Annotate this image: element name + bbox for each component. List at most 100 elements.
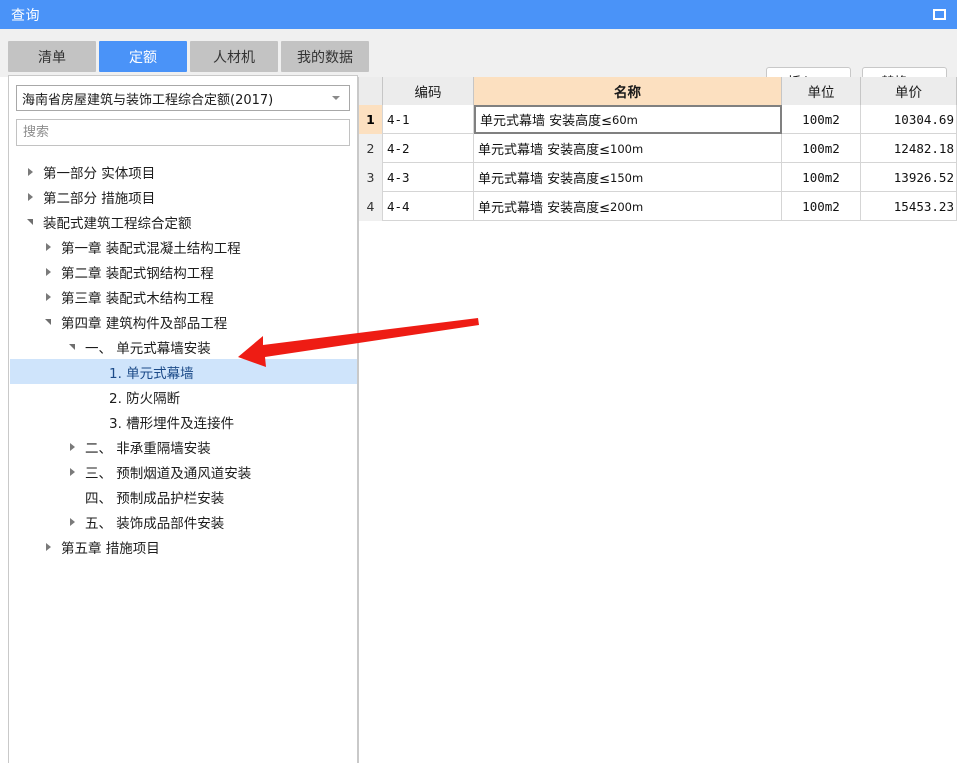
column-header-单价[interactable]: 单价	[861, 77, 957, 105]
chevron-right-icon[interactable]	[64, 509, 80, 534]
tree-item[interactable]: 2. 防火隔断	[10, 384, 357, 409]
table-row[interactable]: 2 4-2 单元式幕墙 安装高度≤ 100m 100m2 12482.18	[359, 134, 957, 163]
column-header-label: 单位	[807, 85, 835, 101]
chevron-down-icon	[332, 96, 340, 100]
cell-price[interactable]: 10304.69	[861, 105, 957, 134]
library-panel: 海南省房屋建筑与装饰工程综合定额(2017) 第一部分 实体项目第二部分 措施项…	[8, 75, 358, 763]
tree-item-label: 第三章 装配式木结构工程	[61, 290, 214, 307]
triangle-right	[69, 442, 75, 451]
chevron-right-icon[interactable]	[22, 184, 38, 209]
tree-item-label: 五、 装饰成品部件安装	[85, 515, 225, 532]
triangle-down	[27, 218, 33, 225]
tree-item-label: 第一部分 实体项目	[43, 165, 156, 182]
chevron-down-icon[interactable]	[22, 209, 38, 234]
column-header-label: 名称	[614, 85, 641, 101]
tree-item[interactable]: 第三章 装配式木结构工程	[10, 284, 357, 309]
chevron-down-icon[interactable]	[64, 334, 80, 359]
cell-num[interactable]: 3	[359, 163, 383, 192]
chevron-right-icon[interactable]	[40, 234, 56, 259]
tree-item[interactable]: 四、 预制成品护栏安装	[10, 484, 357, 509]
tree-item[interactable]: 三、 预制烟道及通风道安装	[10, 459, 357, 484]
tree-item[interactable]: 1. 单元式幕墙	[10, 359, 357, 384]
cell-unit[interactable]: 100m2	[782, 134, 861, 163]
library-select[interactable]: 海南省房屋建筑与装饰工程综合定额(2017)	[16, 85, 350, 111]
cell-name[interactable]: 单元式幕墙 安装高度≤ 150m	[474, 163, 782, 192]
restore-window-button[interactable]	[921, 0, 957, 29]
column-header-名称[interactable]: 名称	[474, 77, 782, 105]
table-row[interactable]: 4 4-4 单元式幕墙 安装高度≤ 200m 100m2 15453.23	[359, 192, 957, 221]
tree-item[interactable]: 3. 槽形埋件及连接件	[10, 409, 357, 434]
table-row[interactable]: 3 4-3 单元式幕墙 安装高度≤ 150m 100m2 13926.52	[359, 163, 957, 192]
tree-item[interactable]: 第五章 措施项目	[10, 534, 357, 559]
tree-item[interactable]: 第一章 装配式混凝土结构工程	[10, 234, 357, 259]
cell-name[interactable]: 单元式幕墙 安装高度≤ 100m	[474, 134, 782, 163]
column-header-rownum[interactable]	[359, 77, 383, 105]
cell-price[interactable]: 13926.52	[861, 163, 957, 192]
chevron-right-icon[interactable]	[40, 259, 56, 284]
tree-item[interactable]: 第二章 装配式钢结构工程	[10, 259, 357, 284]
window-controls	[921, 0, 957, 29]
tab-0[interactable]: 清单	[8, 41, 96, 72]
cell-unit[interactable]: 100m2	[782, 105, 861, 134]
chevron-right-icon[interactable]	[22, 159, 38, 184]
tab-strip: 清单定额人材机我的数据 插入(I) 替换(R)	[0, 29, 957, 95]
tree-item[interactable]: 五、 装饰成品部件安装	[10, 509, 357, 534]
tree-item[interactable]: 装配式建筑工程综合定额	[10, 209, 357, 234]
grid-body: 1 4-1 单元式幕墙 安装高度≤ 60m 100m2 10304.69 2 4-2 单元式幕墙…	[359, 105, 957, 221]
tree-item-label: 第一章 装配式混凝土结构工程	[61, 240, 241, 257]
cell-unit[interactable]: 100m2	[782, 192, 861, 221]
column-header-编码[interactable]: 编码	[383, 77, 474, 105]
tree-item-label: 四、 预制成品护栏安装	[85, 490, 225, 507]
cell-price[interactable]: 12482.18	[861, 134, 957, 163]
cell-code[interactable]: 4-2	[383, 134, 474, 163]
chevron-right-icon[interactable]	[40, 534, 56, 559]
cell-code[interactable]: 4-4	[383, 192, 474, 221]
tree-item[interactable]: 第二部分 措施项目	[10, 184, 357, 209]
column-header-label: 编码	[414, 85, 442, 101]
cell-code[interactable]: 4-1	[383, 105, 474, 134]
cell-name[interactable]: 单元式幕墙 安装高度≤ 200m	[474, 192, 782, 221]
tree-item[interactable]: 二、 非承重隔墙安装	[10, 434, 357, 459]
table-row[interactable]: 1 4-1 单元式幕墙 安装高度≤ 60m 100m2 10304.69	[359, 105, 957, 134]
tree-item[interactable]: 一、 单元式幕墙安装	[10, 334, 357, 359]
search-input[interactable]	[17, 120, 349, 145]
library-select-value: 海南省房屋建筑与装饰工程综合定额(2017)	[22, 92, 274, 108]
triangle-right	[27, 167, 33, 176]
chevron-down-icon[interactable]	[40, 309, 56, 334]
search-box[interactable]	[16, 119, 350, 146]
column-header-单位[interactable]: 单位	[782, 77, 861, 105]
cell-num[interactable]: 2	[359, 134, 383, 163]
chevron-right-icon[interactable]	[40, 284, 56, 309]
tree-item-label: 3. 槽形埋件及连接件	[109, 415, 235, 432]
tab-label: 定额	[129, 49, 157, 66]
cell-name-height: 200m	[610, 199, 644, 214]
cell-num[interactable]: 4	[359, 192, 383, 221]
chevron-right-icon[interactable]	[64, 459, 80, 484]
results-grid: 编码 名称 单位 单价 1 4-1 单元式幕墙 安装高度≤ 60m 100m2 10304.69…	[358, 77, 957, 763]
cell-name[interactable]: 单元式幕墙 安装高度≤ 60m	[474, 105, 782, 134]
tab-2[interactable]: 人材机	[190, 41, 278, 72]
triangle-right	[69, 467, 75, 476]
cell-code[interactable]: 4-3	[383, 163, 474, 192]
tab-3[interactable]: 我的数据	[281, 41, 369, 72]
triangle-down	[45, 318, 51, 325]
tree-item[interactable]: 第一部分 实体项目	[10, 159, 357, 184]
column-header-label: 单价	[895, 85, 922, 101]
cell-price[interactable]: 15453.23	[861, 192, 957, 221]
tree-item-label: 装配式建筑工程综合定额	[43, 215, 192, 232]
cell-unit[interactable]: 100m2	[782, 163, 861, 192]
cell-num[interactable]: 1	[359, 105, 383, 134]
cell-name-main: 单元式幕墙 安装高度≤	[478, 201, 611, 216]
tab-label: 清单	[38, 49, 66, 66]
chevron-right-icon[interactable]	[64, 434, 80, 459]
triangle-right	[45, 292, 51, 301]
cell-name-height: 100m	[610, 141, 644, 156]
tree-item[interactable]: 第四章 建筑构件及部品工程	[10, 309, 357, 334]
tab-1[interactable]: 定额	[99, 41, 187, 72]
window-title: 查询	[11, 7, 40, 24]
title-bar: 查询	[0, 0, 957, 29]
